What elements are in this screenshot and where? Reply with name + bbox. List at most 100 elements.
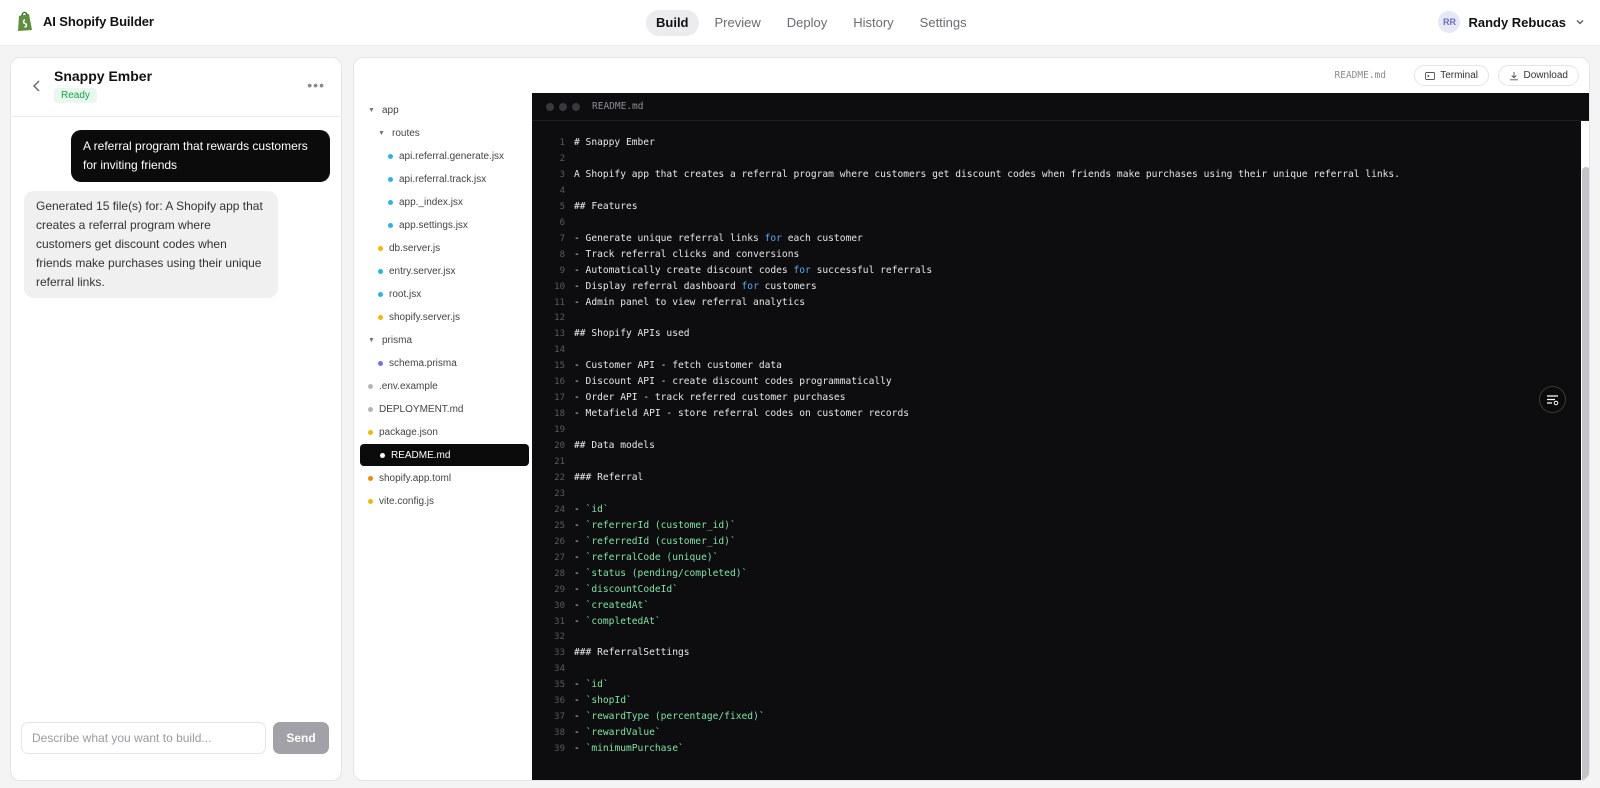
line-number: 20 [554,441,565,452]
tree-file[interactable]: api.referral.generate.jsx [388,145,504,167]
tree-file[interactable]: root.jsx [378,283,421,305]
user-name: Randy Rebucas [1468,14,1566,30]
tree-item-label: api.referral.track.jsx [399,173,487,185]
top-nav: AI Shopify Builder Build Preview Deploy … [0,0,1600,46]
code-line: 6 [532,215,1532,231]
code-text: - `status (pending/completed)` [574,567,748,579]
code-line: 18 - Metafield API - store referral codes… [532,406,1532,422]
status-badge: Ready [54,88,97,103]
tree-item-label: package.json [379,426,438,438]
line-number: 31 [554,616,565,627]
brand[interactable]: AI Shopify Builder [16,10,154,32]
tree-item-label: vite.config.js [379,495,435,507]
tree-file[interactable]: app.settings.jsx [388,214,468,236]
line-number: 27 [554,552,565,563]
line-number: 15 [554,361,565,372]
line-number: 17 [554,393,565,404]
code-line: 14 [532,342,1532,358]
line-number: 24 [554,504,565,515]
download-icon [1509,71,1518,80]
tab-settings[interactable]: Settings [910,10,977,36]
code-line: 38 - `rewardValue` [532,725,1532,741]
chat-header: Snappy Ember Ready ••• [11,58,341,117]
code-line: 2 [532,151,1532,167]
code-line: 30 - `createdAt` [532,598,1532,614]
tree-item-label: app.settings.jsx [399,219,468,231]
tree-file[interactable]: schema.prisma [378,352,457,374]
download-button[interactable]: Download [1497,65,1579,86]
user-message: A referral program that rewards customer… [71,130,330,182]
code-text: - `discountCodeId` [574,583,678,595]
terminal-button[interactable]: Terminal [1414,65,1489,86]
outline-toggle-button[interactable] [1539,386,1566,413]
file-type-dot-icon [388,153,393,159]
code-text: - `rewardType (percentage/fixed)` [574,711,765,723]
tree-folder[interactable]: ▼ routes [378,122,420,144]
back-arrow-icon[interactable] [29,78,45,94]
tree-item-label: app._index.jsx [399,196,463,208]
editor-header: README.md [532,93,1589,121]
line-number: 33 [554,648,565,659]
avatar: RR [1438,11,1461,33]
terminal-icon [1425,71,1436,80]
code-line: 9 - Automatically create discount codes f… [532,263,1532,279]
code-line: 22 ### Referral [532,470,1532,486]
code-text: ## Features [574,200,638,212]
tree-file[interactable]: entry.server.jsx [378,260,456,282]
tree-file[interactable]: README.md [360,444,529,466]
tab-preview[interactable]: Preview [705,10,771,36]
tree-item-label: api.referral.generate.jsx [399,150,505,162]
tree-file[interactable]: vite.config.js [368,490,434,512]
tree-file[interactable]: DEPLOYMENT.md [368,398,463,420]
code-text: - `rewardValue` [574,727,661,739]
line-number: 32 [554,632,565,643]
tree-item-label: shopify.app.toml [379,472,452,484]
editor-scrollbar[interactable] [1581,121,1589,780]
line-number: 34 [554,664,565,675]
tree-file[interactable]: api.referral.track.jsx [388,168,486,190]
code-text: - Track referral clicks and conversions [574,248,800,260]
tree-file[interactable]: shopify.app.toml [368,467,451,489]
file-type-dot-icon [368,406,373,412]
code-line: 28 - `status (pending/completed)` [532,566,1532,582]
code-line: 3 A Shopify app that creates a referral p… [532,167,1532,183]
code-text: ### ReferralSettings [574,647,690,659]
code-line: 35 - `id` [532,677,1532,693]
more-options-icon[interactable]: ••• [307,77,325,93]
code-line: 1 # Snappy Ember [532,135,1532,151]
tree-file[interactable]: app._index.jsx [388,191,463,213]
code-editor[interactable]: README.md 1 # Snappy Ember 2 3 A Shopify app… [532,93,1589,780]
tab-history[interactable]: History [843,10,903,36]
scrollbar-thumb[interactable] [1582,167,1589,780]
tree-file[interactable]: db.server.js [378,237,440,259]
code-line: 21 [532,454,1532,470]
line-number: 6 [559,217,565,228]
tab-deploy[interactable]: Deploy [777,10,837,36]
code-text: - Automatically create discount codes fo… [574,264,933,276]
code-text: - `completedAt` [574,615,661,627]
code-line: 29 - `discountCodeId` [532,582,1532,598]
line-number: 35 [554,680,565,691]
line-number: 18 [554,409,565,420]
code-text: # Snappy Ember [574,137,655,148]
code-line: 37 - `rewardType (percentage/fixed)` [532,709,1532,725]
tree-file[interactable]: package.json [368,421,438,443]
tree-file[interactable]: shopify.server.js [378,306,460,328]
line-number: 38 [554,728,565,739]
code-line: 7 - Generate unique referral links for ea… [532,231,1532,247]
tree-item-label: schema.prisma [389,357,457,369]
line-number: 29 [554,584,565,595]
line-number: 4 [559,185,565,196]
line-number: 1 [559,138,565,148]
tree-folder[interactable]: ▼ prisma [368,329,412,351]
tree-file[interactable]: .env.example [368,375,438,397]
user-menu[interactable]: RR Randy Rebucas [1438,11,1586,33]
tab-build[interactable]: Build [646,10,699,36]
send-button[interactable]: Send [273,722,329,754]
tree-folder[interactable]: ▼ app [368,99,399,121]
app-name: AI Shopify Builder [43,13,154,29]
tree-item-label: .env.example [379,380,438,392]
code-text: - `id` [574,679,609,691]
prompt-input[interactable] [21,722,266,754]
file-type-dot-icon [378,314,383,320]
